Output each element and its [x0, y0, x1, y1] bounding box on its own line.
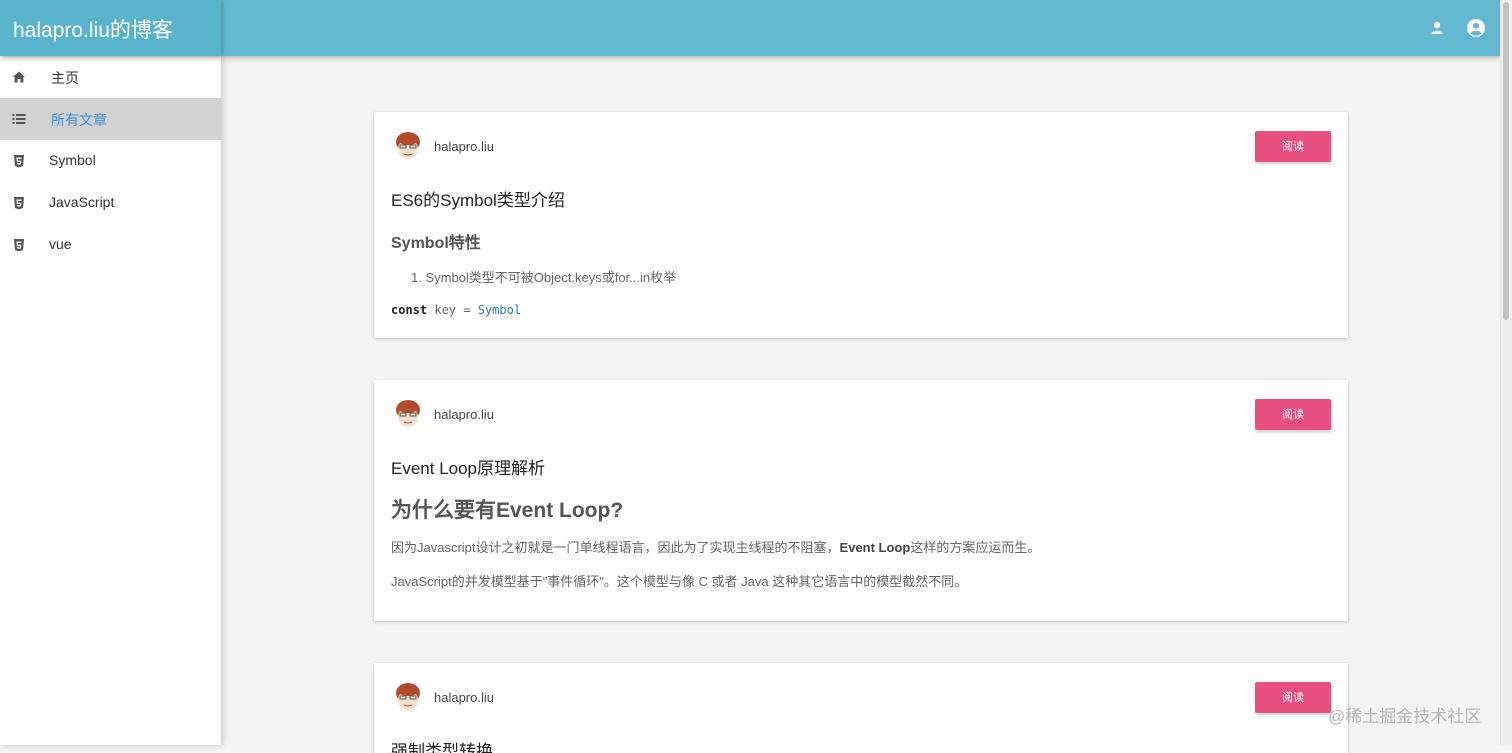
read-button[interactable]: 阅读 — [1255, 399, 1331, 430]
top-app-bar: halapro.liu的博客 — [0, 0, 1501, 56]
sidebar-item-javascript[interactable]: JavaScript — [0, 182, 221, 224]
html5-icon — [14, 239, 24, 252]
author-name[interactable]: halapro.liu — [434, 139, 494, 154]
author-avatar[interactable] — [391, 397, 425, 431]
post-paragraph: 因为Javascript设计之初就是一门单线程语言，因此为了实现主线程的不阻塞，… — [391, 537, 1040, 556]
brand-block: halapro.liu的博客 — [0, 0, 221, 56]
sidebar-item-home[interactable]: 主页 — [0, 56, 221, 98]
home-icon — [13, 71, 25, 83]
code-identifier: key = — [427, 303, 478, 317]
author-avatar[interactable] — [391, 129, 425, 163]
sidebar-item-label: vue — [49, 236, 72, 252]
sidebar-item-symbol[interactable]: Symbol — [0, 140, 221, 182]
post-card: halapro.liu 阅读 ES6的Symbol类型介绍 Symbol特性 1… — [374, 112, 1348, 338]
sidebar-item-label: JavaScript — [49, 194, 115, 210]
scrollbar-thumb[interactable] — [1503, 2, 1509, 320]
watermark: @稀土掘金技术社区 — [1328, 707, 1482, 726]
paragraph-text: 因为Javascript设计之初就是一门单线程语言，因此为了实现主线程的不阻塞， — [391, 540, 840, 555]
html5-icon — [14, 197, 24, 210]
post-subheading: Symbol特性 — [391, 235, 481, 252]
post-paragraph: JavaScript的并发模型基于"事件循环"。这个模型与像 C 或者 Java… — [391, 574, 968, 589]
author-avatar[interactable] — [391, 680, 425, 714]
post-card: halapro.liu 阅读 Event Loop原理解析 为什么要有Event… — [374, 380, 1348, 621]
blog-title[interactable]: halapro.liu的博客 — [13, 14, 173, 44]
code-keyword: const — [391, 303, 428, 317]
list-item: 1. Symbol类型不可被Object.keys或for...in枚举 — [411, 270, 677, 285]
list-icon — [12, 114, 26, 124]
page-scrollbar[interactable] — [1500, 0, 1512, 745]
sidebar-item-vue[interactable]: vue — [0, 224, 221, 266]
paragraph-bold: Event Loop — [839, 540, 911, 555]
post-card: halapro.liu 阅读 强制类型转换 — [374, 663, 1348, 753]
sidebar-item-all-posts[interactable]: 所有文章 — [0, 98, 221, 140]
user-icon[interactable] — [1427, 18, 1447, 38]
post-title[interactable]: 强制类型转换 — [391, 737, 493, 753]
sidebar-nav: 主页 所有文章 Symbol JavaScript vue — [0, 56, 221, 745]
sidebar-item-label: 所有文章 — [51, 112, 107, 128]
html5-icon — [14, 155, 24, 168]
post-title[interactable]: ES6的Symbol类型介绍 — [391, 186, 565, 211]
paragraph-text: 这样的方案应运而生。 — [910, 540, 1041, 555]
post-heading: 为什么要有Event Loop? — [391, 499, 624, 522]
read-button[interactable]: 阅读 — [1255, 682, 1331, 713]
code-function: Symbol — [477, 303, 522, 317]
post-title[interactable]: Event Loop原理解析 — [391, 454, 545, 479]
read-button[interactable]: 阅读 — [1255, 131, 1331, 162]
sidebar-item-label: 主页 — [51, 70, 79, 86]
sidebar-item-label: Symbol — [49, 152, 96, 168]
code-snippet: const key = Symbol — [391, 303, 521, 317]
author-name[interactable]: halapro.liu — [434, 690, 494, 705]
account-circle-icon[interactable] — [1466, 18, 1486, 38]
author-name[interactable]: halapro.liu — [434, 407, 494, 422]
